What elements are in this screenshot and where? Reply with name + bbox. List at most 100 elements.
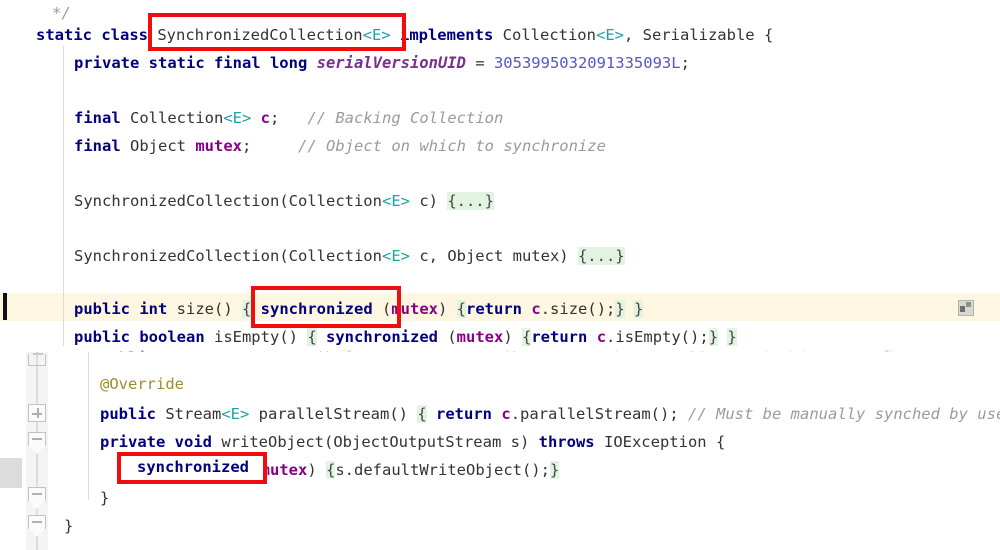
token-method-name: parallelStream xyxy=(258,405,390,423)
token-punct: c, xyxy=(409,247,448,265)
code-line-size[interactable]: public int size() { synchronized (mutex)… xyxy=(0,297,1000,324)
token-comment: // Object on which to synchronize xyxy=(298,137,606,155)
code-line-writeobject[interactable]: private void writeObject(ObjectOutputStr… xyxy=(0,430,1000,454)
token-comment: // Backing Collection xyxy=(307,109,504,127)
token-comment: // Must be manually synched by use xyxy=(688,405,1000,423)
code-line-close-method[interactable]: } xyxy=(0,486,1000,510)
token-generic: <E> xyxy=(381,192,410,210)
token-type: Collection xyxy=(130,109,224,127)
token-field: c xyxy=(531,300,541,318)
token-field: mutex xyxy=(456,328,504,346)
token-operator: = xyxy=(465,54,494,72)
code-folding-gutter[interactable] xyxy=(26,352,48,550)
token-brace: } xyxy=(708,328,719,346)
token-generic: <E> xyxy=(223,109,252,127)
annotation-box-class-name xyxy=(148,13,406,51)
annotation-box-synchronized-writeobject: synchronized xyxy=(117,452,267,484)
token-keyword: implements xyxy=(399,26,494,44)
token-keyword: public int xyxy=(74,300,177,318)
token-brace: { xyxy=(307,328,317,346)
token-call: s.defaultWriteObject(); xyxy=(335,461,550,479)
annotation-box-synchronized-size xyxy=(251,286,401,328)
token-punct: () xyxy=(213,300,242,318)
code-line-override[interactable]: @Override xyxy=(0,372,1000,396)
token-field: c xyxy=(596,328,607,346)
code-line[interactable]: SynchronizedCollection(Collection<E> c) … xyxy=(0,188,1000,215)
token-field: c xyxy=(501,405,511,423)
token-keyword: private static final long xyxy=(74,54,317,72)
token-type: Collection xyxy=(288,192,382,210)
token-type: ObjectOutputStream xyxy=(333,433,502,451)
token-synchronized: synchronized xyxy=(326,328,438,346)
token-field: mutex xyxy=(195,137,243,155)
token-method-name: size xyxy=(176,300,214,318)
token-brace: { xyxy=(456,300,467,318)
code-editor-screenshot: */ static class SynchronizedCollection <E… xyxy=(0,0,1000,550)
token-punct: ; xyxy=(680,54,690,72)
code-line[interactable]: SynchronizedCollection(Collection<E> c, … xyxy=(0,243,1000,270)
token-brace: { xyxy=(241,300,252,318)
token-punct: ( xyxy=(279,192,289,210)
token-constructor: SynchronizedCollection xyxy=(74,192,280,210)
token-keyword: final xyxy=(74,137,130,155)
token-type: IOException xyxy=(603,433,707,451)
code-line-parallelstream[interactable]: public Stream<E> parallelStream() { retu… xyxy=(0,402,1000,426)
token-comment: */ xyxy=(52,4,71,22)
token-type: Object xyxy=(447,247,504,265)
fold-bracket-top-icon[interactable] xyxy=(28,353,46,366)
token-brace: { xyxy=(417,405,427,423)
fold-collapse-icon[interactable] xyxy=(28,515,46,537)
token-punct: { xyxy=(754,26,774,44)
token-type: Collection xyxy=(288,247,382,265)
folded-block[interactable]: {...} xyxy=(577,247,625,265)
fold-collapse-icon[interactable] xyxy=(28,487,46,509)
token-method-name: writeObject xyxy=(221,433,324,451)
token-brace: } xyxy=(727,328,737,346)
token-field: mutex xyxy=(260,461,308,479)
token-brace: { xyxy=(326,461,336,479)
token-brace: { xyxy=(522,328,532,346)
token-call: .size(); xyxy=(540,300,616,318)
token-punct: { xyxy=(706,433,726,451)
folded-block[interactable]: {...} xyxy=(447,192,494,210)
token-annotation: @Override xyxy=(100,375,184,393)
token-call: .parallelStream(); xyxy=(510,405,689,423)
fold-expand-icon[interactable] xyxy=(28,404,46,422)
scrolled-code-panel[interactable]: @Override public Stream<E> parallelStrea… xyxy=(0,352,1000,550)
code-line[interactable]: final Collection<E> c; // Backing Collec… xyxy=(0,105,1000,132)
token-brace: } xyxy=(634,300,644,318)
token-punct: ; xyxy=(242,137,299,155)
token-field: serialVersionUID xyxy=(316,54,466,72)
code-line[interactable]: private static final long serialVersionU… xyxy=(0,50,1000,77)
token-punct: ( xyxy=(279,247,289,265)
token-punct: s) xyxy=(501,433,539,451)
token-method-name: isEmpty xyxy=(213,328,280,346)
code-line[interactable]: final Object mutex; // Object on which t… xyxy=(0,133,1000,160)
vertical-scrollbar-thumb[interactable] xyxy=(0,458,22,488)
token-keyword: return xyxy=(436,405,493,423)
token-type: Object xyxy=(130,137,186,155)
token-brace: } xyxy=(615,300,625,318)
token-punct: ) xyxy=(307,461,326,479)
token-punct: ; xyxy=(270,109,308,127)
token-punct: () xyxy=(389,405,418,423)
token-constructor: SynchronizedCollection xyxy=(74,247,280,265)
token-type: Stream xyxy=(165,405,222,423)
code-line-close-class[interactable]: } xyxy=(0,514,1000,538)
token-type: Collection xyxy=(502,26,596,44)
token-generic: <E> xyxy=(595,26,624,44)
token-keyword: return xyxy=(531,328,588,346)
token-brace: } xyxy=(549,461,560,479)
annotation-label-synchronized: synchronized xyxy=(137,458,249,476)
token-keyword: public boolean xyxy=(74,328,214,346)
fold-collapse-icon[interactable] xyxy=(28,432,46,454)
